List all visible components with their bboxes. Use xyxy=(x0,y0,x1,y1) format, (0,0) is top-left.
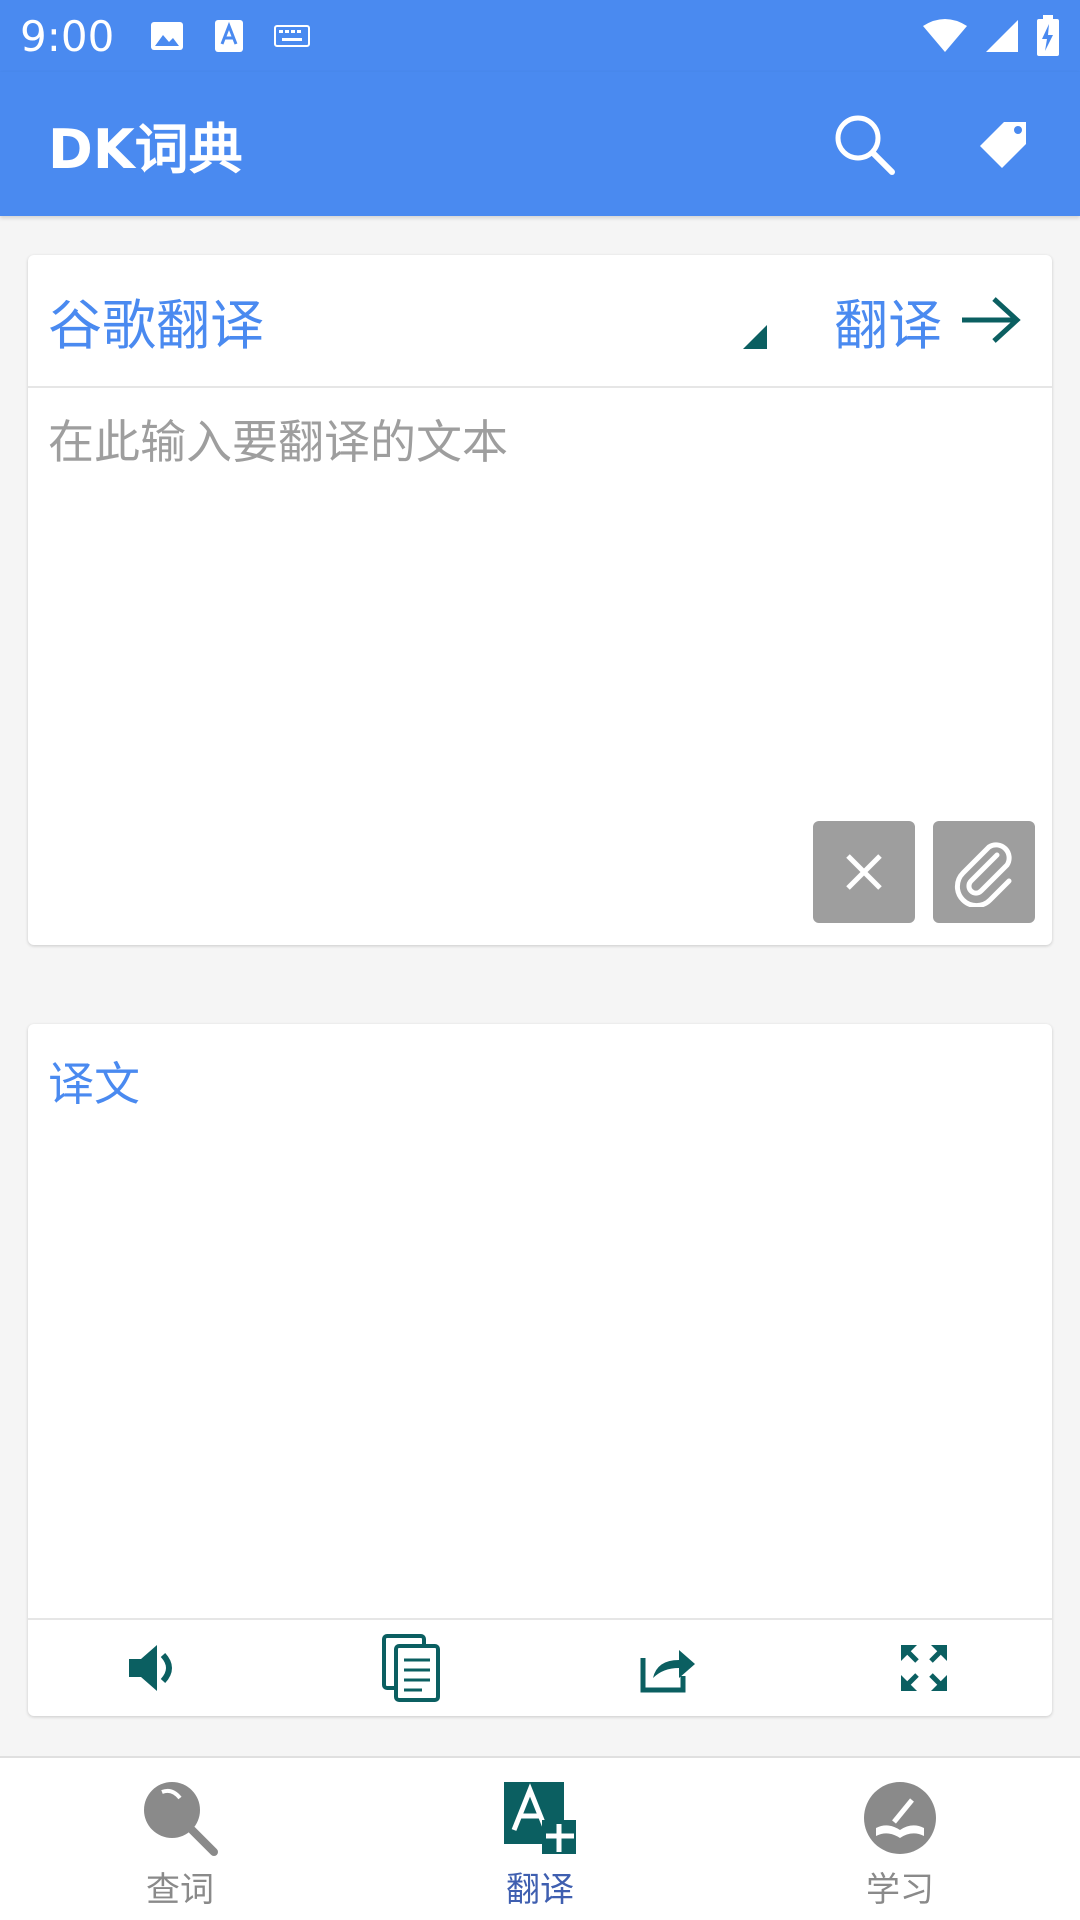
translate-icon xyxy=(504,1782,576,1854)
output-actions xyxy=(28,1618,1052,1716)
engine-row: 谷歌翻译 翻译 xyxy=(28,255,1052,388)
text-a-icon xyxy=(215,20,244,52)
close-icon xyxy=(846,854,882,890)
output-card: 译文 xyxy=(28,1024,1052,1716)
nav-label-study: 学习 xyxy=(866,1870,934,1910)
signal-icon xyxy=(986,20,1018,52)
nav-label-translate: 翻译 xyxy=(506,1870,574,1910)
text-input-placeholder[interactable]: 在此输入要翻译的文本 xyxy=(48,406,1032,472)
output-label: 译文 xyxy=(48,1057,140,1111)
share-icon xyxy=(640,1650,695,1693)
magnifier-icon xyxy=(144,1782,218,1856)
status-right-icons xyxy=(922,15,1060,57)
fullscreen-button[interactable] xyxy=(796,1643,1052,1693)
search-icon[interactable] xyxy=(832,112,896,176)
nav-item-lookup[interactable]: 查词 xyxy=(0,1758,360,1911)
clear-button[interactable] xyxy=(813,821,915,923)
attach-button[interactable] xyxy=(933,821,1035,923)
tag-icon[interactable] xyxy=(976,116,1032,172)
speaker-icon xyxy=(129,1645,172,1691)
app-actions xyxy=(832,112,1032,176)
battery-charging-icon xyxy=(1037,15,1059,56)
translate-button-label: 翻译 xyxy=(834,293,942,357)
input-card: 谷歌翻译 翻译 在此输入要翻译的文本 xyxy=(28,255,1052,945)
share-button[interactable] xyxy=(540,1642,796,1694)
wifi-icon xyxy=(923,19,967,52)
bottom-nav: 查词 翻译 学习 xyxy=(0,1756,1080,1920)
speak-button[interactable] xyxy=(28,1641,284,1695)
status-left-icons xyxy=(150,19,311,53)
keyboard-icon xyxy=(274,25,311,47)
study-book-icon xyxy=(864,1782,936,1854)
dropdown-triangle-icon[interactable] xyxy=(743,325,767,349)
nav-label-lookup: 查词 xyxy=(146,1870,214,1910)
copy-icon xyxy=(382,1634,440,1702)
paperclip-icon xyxy=(954,842,1012,907)
app-title: DK词典 xyxy=(48,117,243,181)
engine-selector[interactable]: 谷歌翻译 xyxy=(48,281,264,360)
nav-item-translate[interactable]: 翻译 xyxy=(360,1758,720,1911)
expand-icon xyxy=(901,1645,947,1691)
translate-button[interactable]: 翻译 xyxy=(834,285,1022,357)
arrow-right-icon xyxy=(962,297,1021,343)
image-icon xyxy=(151,22,184,50)
copy-button[interactable] xyxy=(284,1634,540,1702)
status-bar: 9:00 xyxy=(0,0,1080,72)
app-bar: DK词典 xyxy=(0,72,1080,216)
input-area[interactable]: 在此输入要翻译的文本 xyxy=(28,388,1052,928)
nav-item-study[interactable]: 学习 xyxy=(720,1758,1080,1911)
status-time: 9:00 xyxy=(20,11,115,61)
